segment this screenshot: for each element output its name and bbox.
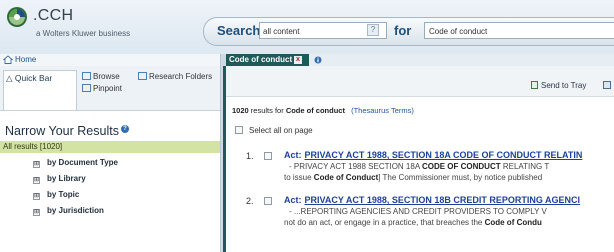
facet-label: by Document Type [47, 158, 118, 167]
send-to-tray-button[interactable]: Send to Tray [531, 81, 586, 90]
snippet-text: to issue [284, 173, 314, 182]
app-window: .CCH a Wolters Kluwer business Search al… [0, 0, 614, 252]
search-label: Search [217, 23, 261, 38]
facet-jurisdiction[interactable]: ⊞ by Jurisdiction [33, 206, 104, 216]
result-checkbox[interactable] [264, 152, 272, 160]
tab-info-icon[interactable] [314, 56, 322, 64]
result-snippet-line-2: to issue Code of Conduct] The Commission… [284, 173, 542, 182]
browse-icon [82, 72, 91, 80]
brand-name: .CCH [33, 7, 74, 24]
header-banner: .CCH a Wolters Kluwer business Search al… [0, 0, 614, 55]
folder-icon [138, 72, 147, 80]
expand-icon[interactable]: ⊞ [33, 177, 40, 184]
home-link[interactable]: Home [15, 55, 36, 64]
snippet-text: ] The Commissioner must, by notice publi… [378, 173, 543, 182]
result-title[interactable]: Act: PRIVACY ACT 1988, SECTION 18A CODE O… [284, 150, 582, 160]
select-all-checkbox[interactable] [235, 126, 243, 134]
all-results-row[interactable]: All results [1020] [0, 141, 220, 153]
close-icon[interactable]: x [294, 56, 302, 64]
narrow-results-heading: Narrow Your Results? [5, 124, 129, 138]
tab-quick-bar[interactable]: △ Quick Bar [3, 70, 77, 110]
snippet-highlight: Code of Conduct [313, 173, 379, 182]
expand-icon[interactable]: ⊞ [33, 193, 40, 200]
facet-label: by Topic [47, 190, 80, 199]
tab-browse-label: Browse [93, 72, 120, 81]
results-query: Code of conduct [285, 106, 345, 115]
results-count: 1020 [232, 106, 249, 115]
result-type: Act: [284, 150, 302, 160]
tab-browse[interactable]: Browse [82, 72, 120, 81]
narrow-results-title: Narrow Your Results [5, 124, 119, 138]
facet-library[interactable]: ⊞ by Library [33, 174, 86, 184]
snippet-text: RELATING T [500, 162, 550, 171]
result-title-link[interactable]: PRIVACY ACT 1988, SECTION 18B CREDIT REP… [305, 195, 581, 205]
expand-icon[interactable]: ⊞ [33, 161, 40, 168]
result-number: 2. [246, 196, 254, 206]
left-tabs: △ Quick Bar Browse Research Folders Pinp… [0, 66, 220, 111]
select-all-label: Select all on page [249, 126, 313, 135]
result-snippet-line-1: - PRIVACY ACT 1988 SECTION 18A CODE OF C… [289, 162, 549, 171]
tab-pinpoint[interactable]: Pinpoint [82, 84, 122, 93]
tab-pinpoint-label: Pinpoint [93, 84, 122, 93]
select-all-row[interactable]: Select all on page [235, 126, 313, 135]
result-number: 1. [246, 151, 254, 161]
cch-logo-icon [7, 7, 27, 27]
tab-research-folders[interactable]: Research Folders [138, 72, 212, 81]
snippet-text: - PRIVACY ACT 1988 SECTION 18A [289, 162, 422, 171]
tab-research-folders-label: Research Folders [149, 72, 213, 81]
result-snippet-line-2: not do an act, or engage in a practice, … [284, 218, 542, 227]
pinpoint-icon [82, 84, 91, 92]
thesaurus-terms-link[interactable]: (Thesaurus Terms) [351, 106, 414, 115]
tab-code-of-conduct[interactable]: Code of conduct x [226, 54, 309, 66]
result-title-link[interactable]: PRIVACY ACT 1988, SECTION 18A CODE OF CO… [305, 150, 583, 160]
send-to-tray-label: Send to Tray [541, 81, 587, 90]
result-checkbox[interactable] [264, 197, 272, 205]
result-type: Act: [284, 195, 302, 205]
for-label: for [394, 23, 412, 38]
result-snippet-line-1: - ...REPORTING AGENCIES AND CREDIT PROVI… [289, 207, 547, 216]
tray-icon [531, 81, 538, 89]
result-title[interactable]: Act: PRIVACY ACT 1988, SECTION 18B CREDIT… [284, 195, 580, 205]
scope-dropdown-icon[interactable]: ? [367, 24, 379, 36]
facet-topic[interactable]: ⊞ by Topic [33, 190, 79, 200]
info-icon[interactable]: ? [120, 125, 129, 133]
home-icon[interactable] [3, 55, 13, 64]
results-toolbar: Send to Tray [226, 66, 614, 97]
snippet-text: not do an act, or engage in a practice, … [284, 218, 485, 227]
facet-document-type[interactable]: ⊞ by Document Type [33, 158, 118, 168]
results-summary: 1020 results for Code of conduct (Thesau… [232, 106, 414, 115]
save-icon[interactable] [603, 81, 611, 89]
facet-label: by Library [47, 174, 86, 183]
search-bar: Search all content ? for Code of conduct [203, 17, 614, 46]
snippet-highlight: CODE OF CONDUCT [421, 162, 501, 171]
brand-tagline: a Wolters Kluwer business [36, 29, 131, 38]
tab-quick-bar-label: △ Quick Bar [6, 73, 53, 83]
facet-label: by Jurisdiction [47, 206, 104, 215]
snippet-text: - ...REPORTING AGENCIES AND CREDIT PROVI… [289, 207, 547, 216]
results-for-text: results for [250, 106, 284, 115]
search-query-input[interactable]: Code of conduct [424, 22, 614, 39]
expand-icon[interactable]: ⊞ [33, 209, 40, 216]
snippet-highlight: Code of Condu [484, 218, 542, 227]
tab-label: Code of conduct [229, 55, 293, 64]
